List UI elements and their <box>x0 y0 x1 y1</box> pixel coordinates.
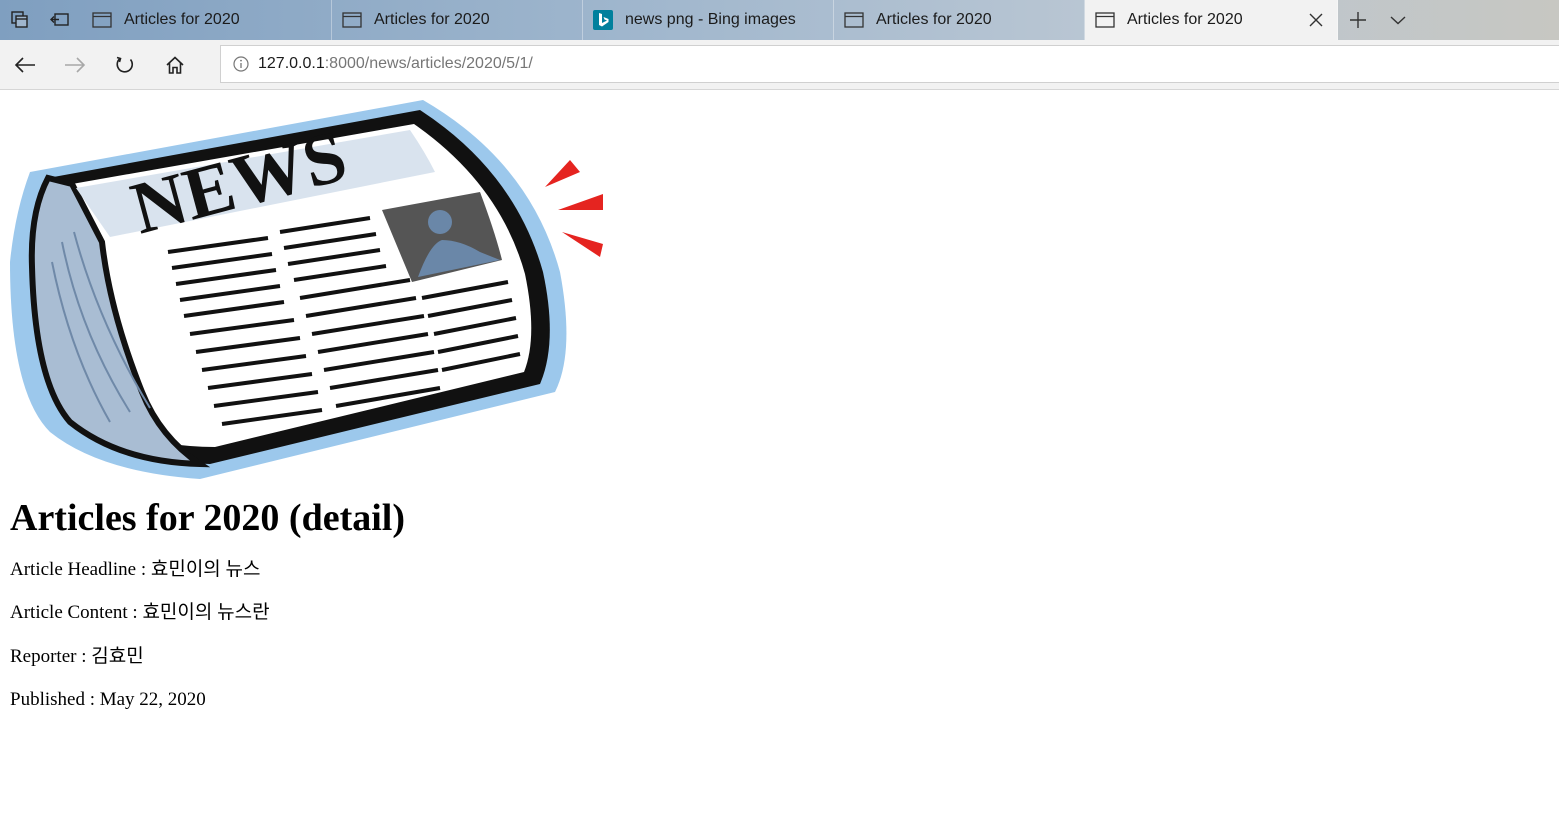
page-content: NEWS Articles for 2020 (detail) Article … <box>10 92 605 712</box>
tab-title: Articles for 2020 <box>124 11 240 28</box>
chevron-down-icon[interactable] <box>1386 8 1410 32</box>
page-icon <box>1095 12 1115 28</box>
refresh-icon[interactable] <box>112 52 138 78</box>
back-icon[interactable] <box>12 52 38 78</box>
page-icon <box>844 12 864 28</box>
article-headline: Article Headline : 효민이의 뉴스 <box>10 558 605 582</box>
site-info-icon[interactable] <box>232 55 250 73</box>
page-icon <box>92 12 112 28</box>
reporter-label: Reporter : <box>10 646 92 667</box>
page-title: Articles for 2020 (detail) <box>10 497 406 539</box>
set-tabs-aside-icon[interactable] <box>48 8 72 32</box>
newspaper-image: NEWS <box>10 100 603 479</box>
article-content: Article Content : 효민이의 뉴스란 <box>10 601 605 625</box>
article-reporter: Reporter : 김효민 <box>10 645 605 669</box>
tab-articles-2[interactable]: Articles for 2020 <box>332 0 583 40</box>
home-icon[interactable] <box>162 52 188 78</box>
close-tab-icon[interactable] <box>1307 11 1325 29</box>
published-label: Published : <box>10 689 100 710</box>
content-label: Article Content : <box>10 602 143 623</box>
tab-articles-3[interactable]: Articles for 2020 <box>834 0 1085 40</box>
tab-articles-1[interactable]: Articles for 2020 <box>82 0 332 40</box>
headline-label: Article Headline : <box>10 559 151 580</box>
reporter-value: 김효민 <box>91 646 144 667</box>
navigation-bar: 127.0.0.1:8000/news/articles/2020/5/1/ <box>0 40 1559 90</box>
tab-title: Articles for 2020 <box>876 11 992 28</box>
forward-icon[interactable] <box>62 52 88 78</box>
published-value: May 22, 2020 <box>99 689 206 710</box>
page-icon <box>342 12 362 28</box>
tab-bing-images[interactable]: news png - Bing images <box>583 0 834 40</box>
url-path: :8000/news/articles/2020/5/1/ <box>324 55 533 72</box>
article-published: Published : May 22, 2020 <box>10 688 605 712</box>
bing-icon <box>593 10 613 30</box>
tab-title: news png - Bing images <box>625 11 796 28</box>
new-tab-icon[interactable] <box>1346 8 1370 32</box>
tab-articles-active[interactable]: Articles for 2020 <box>1085 0 1338 40</box>
tab-bar: Articles for 2020 Articles for 2020 news… <box>0 0 1559 40</box>
tab-title: Articles for 2020 <box>1127 11 1243 28</box>
address-bar[interactable]: 127.0.0.1:8000/news/articles/2020/5/1/ <box>220 45 1559 83</box>
url-host: 127.0.0.1 <box>258 55 325 72</box>
headline-value: 효민이의 뉴스 <box>150 559 261 580</box>
tab-title: Articles for 2020 <box>374 11 490 28</box>
tab-actions-icon[interactable] <box>8 8 32 32</box>
content-value: 효민이의 뉴스란 <box>142 602 270 623</box>
